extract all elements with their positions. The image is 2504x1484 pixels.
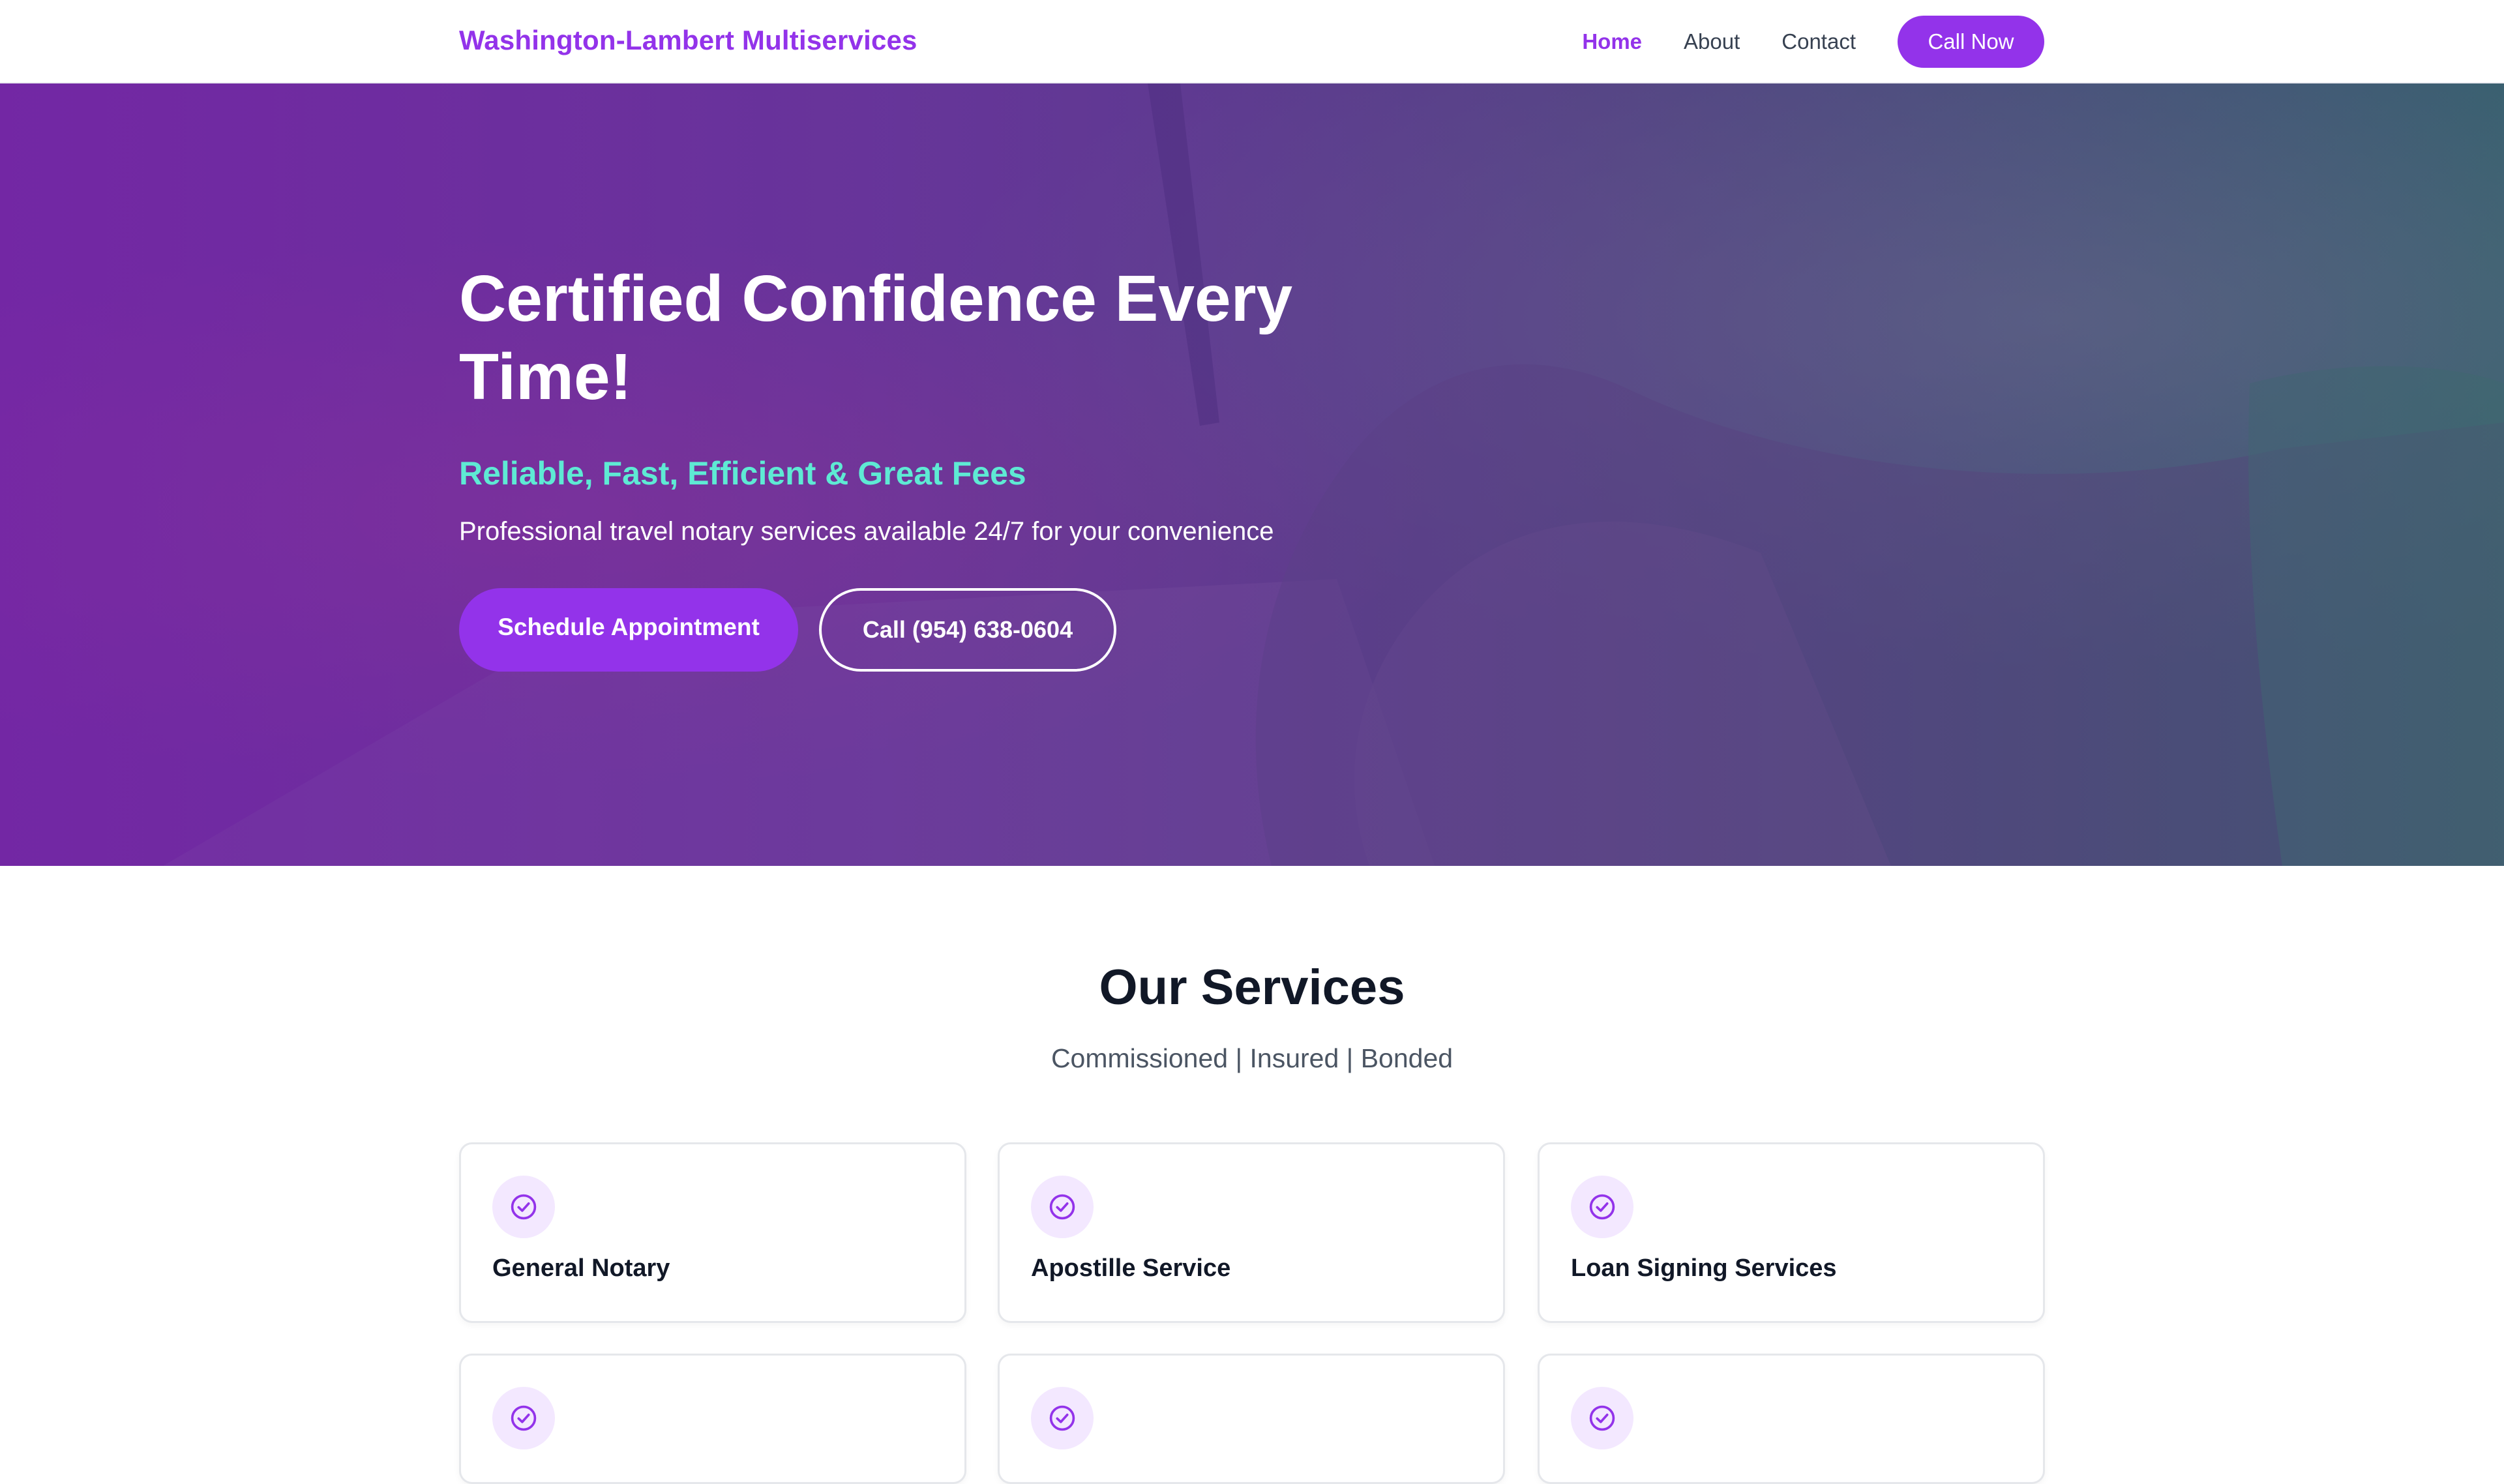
nav-home-link[interactable]: Home [1582, 29, 1642, 55]
service-card-title: General Notary [492, 1254, 670, 1282]
check-circle-icon [1571, 1176, 1633, 1238]
hero-title: Certified Confidence Every Time! [459, 262, 1293, 413]
hero-section: Certified Confidence Every Time! Reliabl… [0, 83, 2504, 866]
hero-buttons: Schedule Appointment Call (954) 638-0604 [459, 588, 1372, 672]
nav-contact-link[interactable]: Contact [1781, 29, 1856, 55]
service-card[interactable] [998, 1354, 1505, 1484]
site-header: Washington-Lambert Multiservices Home Ab… [0, 0, 2504, 83]
hero-content: Certified Confidence Every Time! Reliabl… [459, 260, 1372, 672]
service-card[interactable] [459, 1354, 966, 1484]
call-phone-button[interactable]: Call (954) 638-0604 [819, 588, 1116, 672]
services-heading: Our Services [1099, 960, 1405, 1015]
service-card-loan-signing[interactable]: Loan Signing Services [1538, 1142, 2045, 1323]
service-card-title: Loan Signing Services [1571, 1254, 1837, 1282]
nav-about-link[interactable]: About [1684, 29, 1740, 55]
call-now-button[interactable]: Call Now [1898, 16, 2044, 68]
check-circle-icon [492, 1387, 555, 1449]
main-nav: Home About Contact Call Now [1540, 16, 2044, 68]
service-card-apostille[interactable]: Apostille Service [998, 1142, 1505, 1323]
check-circle-icon [1031, 1176, 1094, 1238]
services-subheading: Commissioned | Insured | Bonded [1051, 1043, 1453, 1073]
check-circle-icon [1031, 1387, 1094, 1449]
check-circle-icon [492, 1176, 555, 1238]
schedule-appointment-button[interactable]: Schedule Appointment [459, 588, 798, 672]
hero-subtitle: Reliable, Fast, Efficient & Great Fees [459, 455, 1026, 492]
hero-description: Professional travel notary services avai… [459, 517, 1274, 546]
check-circle-icon [1571, 1387, 1633, 1449]
brand-logo-text[interactable]: Washington-Lambert Multiservices [459, 22, 917, 59]
service-card-title: Apostille Service [1031, 1254, 1231, 1282]
service-card[interactable] [1538, 1354, 2045, 1484]
service-card-general-notary[interactable]: General Notary [459, 1142, 966, 1323]
